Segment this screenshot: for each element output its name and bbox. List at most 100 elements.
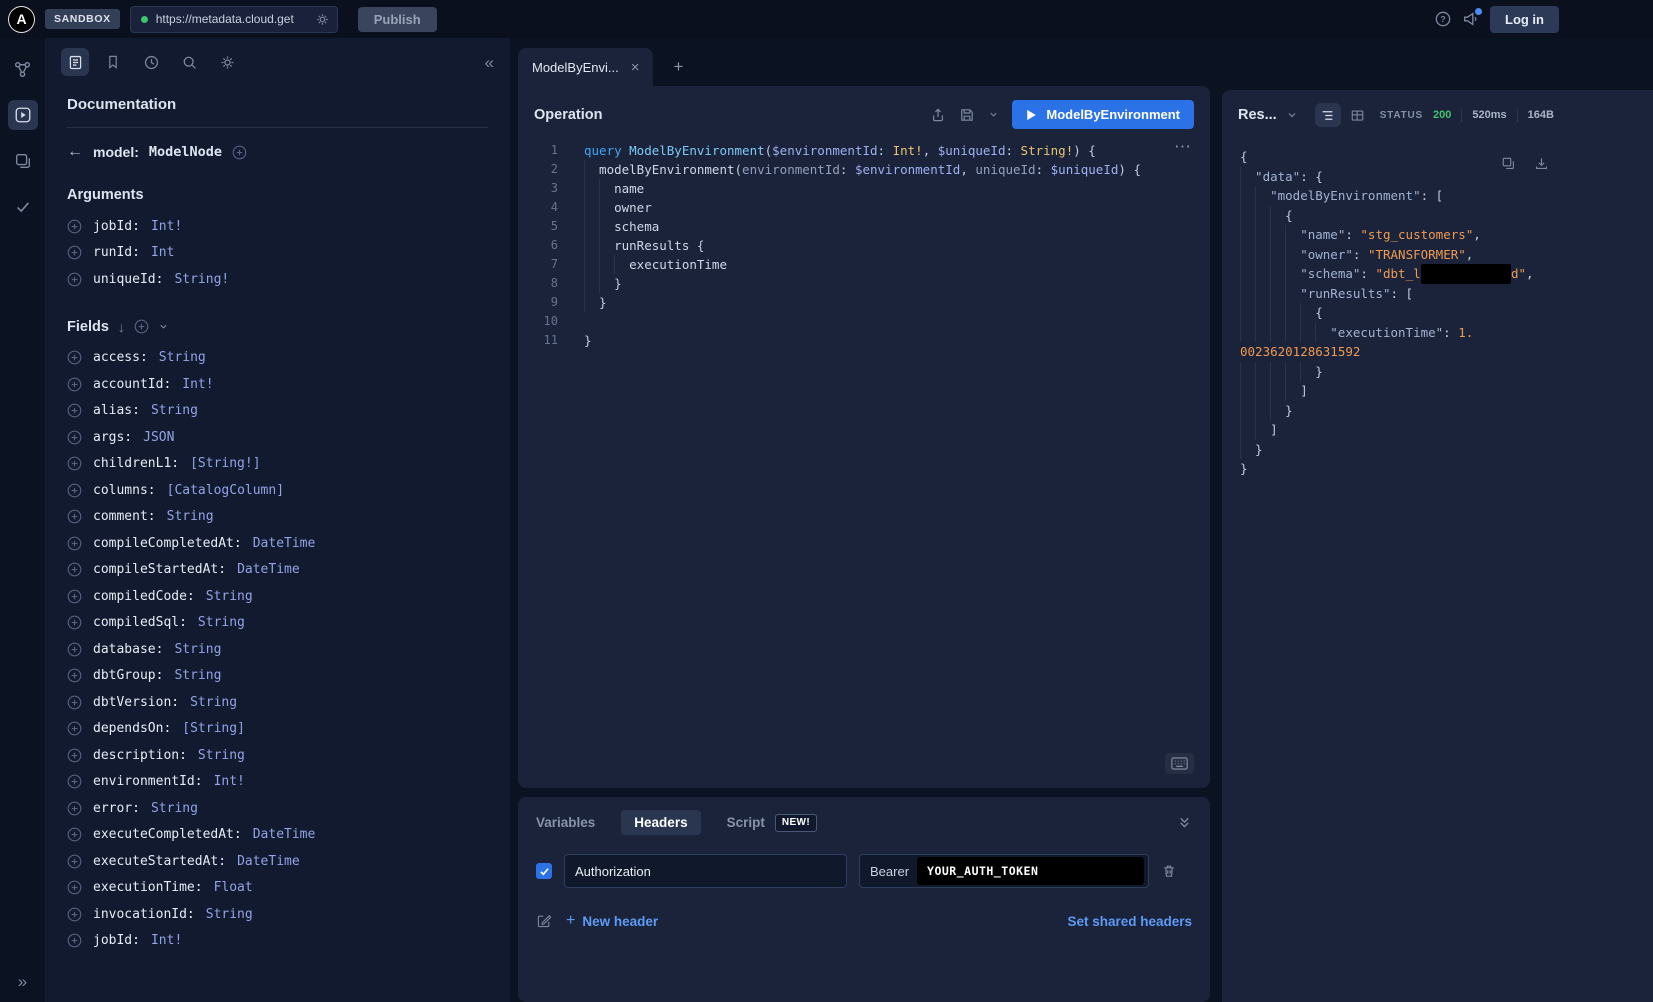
doc-field-row[interactable]: access: String [67, 345, 488, 372]
doc-field-row[interactable]: accountId: Int! [67, 371, 488, 398]
doc-field-row[interactable]: executeStartedAt: DateTime [67, 848, 488, 875]
publish-button[interactable]: Publish [358, 7, 437, 32]
add-field-icon[interactable] [67, 668, 82, 683]
doc-field-row[interactable]: compileStartedAt: DateTime [67, 557, 488, 584]
doc-field-row[interactable]: jobId: Int! [67, 213, 488, 240]
doc-field-row[interactable]: executeCompletedAt: DateTime [67, 822, 488, 849]
add-field-icon[interactable] [67, 430, 82, 445]
doc-field-row[interactable]: invocationId: String [67, 901, 488, 928]
doc-item-type[interactable]: String [167, 509, 214, 524]
doc-field-row[interactable]: dbtGroup: String [67, 663, 488, 690]
doc-field-row[interactable]: alias: String [67, 398, 488, 425]
add-fields-chevron-down-icon[interactable] [158, 321, 169, 332]
help-icon[interactable]: ? [1434, 10, 1452, 28]
add-field-icon[interactable] [67, 933, 82, 948]
doc-item-type[interactable]: DateTime [253, 536, 316, 551]
doc-field-row[interactable]: error: String [67, 795, 488, 822]
doc-field-row[interactable]: comment: String [67, 504, 488, 531]
apollo-logo[interactable]: A [8, 6, 35, 33]
add-field-icon[interactable] [67, 219, 82, 234]
run-operation-button[interactable]: ModelByEnvironment [1012, 100, 1194, 129]
login-button[interactable]: Log in [1490, 6, 1559, 33]
add-field-icon[interactable] [67, 615, 82, 630]
add-field-icon[interactable] [67, 403, 82, 418]
doc-field-row[interactable]: compileCompletedAt: DateTime [67, 530, 488, 557]
announcements-megaphone-icon[interactable] [1462, 10, 1480, 28]
doc-item-type[interactable]: String [206, 589, 253, 604]
doc-item-type[interactable]: DateTime [253, 827, 316, 842]
doc-item-type[interactable]: String [198, 748, 245, 763]
doc-item-type[interactable]: Int [151, 245, 174, 260]
header-key-input[interactable] [564, 854, 847, 888]
doc-item-type[interactable]: String [198, 615, 245, 630]
collections-icon[interactable] [8, 146, 38, 176]
doc-item-type[interactable]: Int! [214, 774, 245, 789]
add-field-icon[interactable] [67, 854, 82, 869]
add-field-icon[interactable] [67, 483, 82, 498]
doc-field-row[interactable]: compiledCode: String [67, 583, 488, 610]
search-icon[interactable] [175, 48, 203, 76]
add-field-icon[interactable] [67, 880, 82, 895]
tab-script[interactable]: Script [727, 815, 765, 830]
header-value-input[interactable]: Bearer YOUR_AUTH_TOKEN [859, 854, 1149, 888]
endpoint-url[interactable]: https://metadata.cloud.get [156, 12, 307, 26]
endpoint-url-box[interactable]: https://metadata.cloud.get [130, 6, 338, 33]
doc-item-type[interactable]: String [174, 642, 221, 657]
response-dropdown-chevron-icon[interactable] [1286, 109, 1298, 121]
download-response-icon[interactable] [1534, 156, 1549, 171]
back-arrow-icon[interactable]: ← [67, 143, 83, 161]
sort-fields-icon[interactable]: ↓ [118, 319, 125, 335]
doc-field-row[interactable]: executionTime: Float [67, 875, 488, 902]
operation-editor[interactable]: 1 query ModelByEnvironment($environmentI… [518, 141, 1210, 350]
add-field-icon[interactable] [67, 695, 82, 710]
doc-item-type[interactable]: String [159, 350, 206, 365]
bulk-edit-headers-icon[interactable] [536, 913, 552, 929]
response-title[interactable]: Res... [1238, 107, 1277, 123]
doc-field-row[interactable]: compiledSql: String [67, 610, 488, 637]
share-operation-icon[interactable] [930, 107, 946, 123]
bookmarks-icon[interactable] [99, 48, 127, 76]
add-field-icon[interactable] [67, 774, 82, 789]
doc-field-row[interactable]: uniqueId: String! [67, 266, 488, 293]
doc-item-type[interactable]: Int! [182, 377, 213, 392]
operation-tab[interactable]: ModelByEnvi... × [518, 48, 653, 86]
tab-variables[interactable]: Variables [536, 815, 595, 830]
auth-token-value[interactable]: YOUR_AUTH_TOKEN [917, 857, 1144, 885]
doc-field-row[interactable]: dependsOn: [String] [67, 716, 488, 743]
doc-field-row[interactable]: description: String [67, 742, 488, 769]
doc-item-type[interactable]: Int! [151, 933, 182, 948]
breadcrumb-type[interactable]: ModelNode [149, 144, 222, 160]
doc-field-row[interactable]: database: String [67, 636, 488, 663]
add-field-icon[interactable] [67, 801, 82, 816]
add-field-icon[interactable] [67, 907, 82, 922]
endpoint-settings-gear-icon[interactable] [315, 12, 330, 27]
close-tab-icon[interactable]: × [631, 59, 640, 76]
doc-item-type[interactable]: String! [174, 272, 229, 287]
doc-item-type[interactable]: [CatalogColumn] [167, 483, 284, 498]
explorer-settings-gear-icon[interactable] [213, 48, 241, 76]
doc-item-type[interactable]: DateTime [237, 562, 300, 577]
save-options-chevron-down-icon[interactable] [988, 109, 999, 120]
add-field-icon[interactable] [67, 509, 82, 524]
doc-item-type[interactable]: Float [214, 880, 253, 895]
add-field-icon[interactable] [67, 589, 82, 604]
new-tab-icon[interactable]: + [665, 55, 691, 79]
doc-field-row[interactable]: args: JSON [67, 424, 488, 451]
new-header-button[interactable]: + New header [566, 913, 658, 929]
add-field-icon[interactable] [67, 642, 82, 657]
collapse-request-panel-icon[interactable] [1177, 815, 1192, 830]
doc-item-type[interactable]: String [151, 403, 198, 418]
table-view-icon[interactable] [1345, 103, 1371, 127]
doc-item-type[interactable]: [String] [182, 721, 245, 736]
add-field-icon[interactable] [67, 748, 82, 763]
save-operation-icon[interactable] [959, 107, 975, 123]
add-field-icon[interactable] [67, 377, 82, 392]
add-all-fields-icon[interactable] [134, 319, 149, 334]
add-type-icon[interactable] [232, 145, 247, 160]
header-enabled-checkbox[interactable] [536, 863, 552, 879]
doc-item-type[interactable]: JSON [143, 430, 174, 445]
checks-icon[interactable] [8, 192, 38, 222]
doc-item-type[interactable]: [String!] [190, 456, 260, 471]
doc-field-row[interactable]: columns: [CatalogColumn] [67, 477, 488, 504]
add-field-icon[interactable] [67, 827, 82, 842]
